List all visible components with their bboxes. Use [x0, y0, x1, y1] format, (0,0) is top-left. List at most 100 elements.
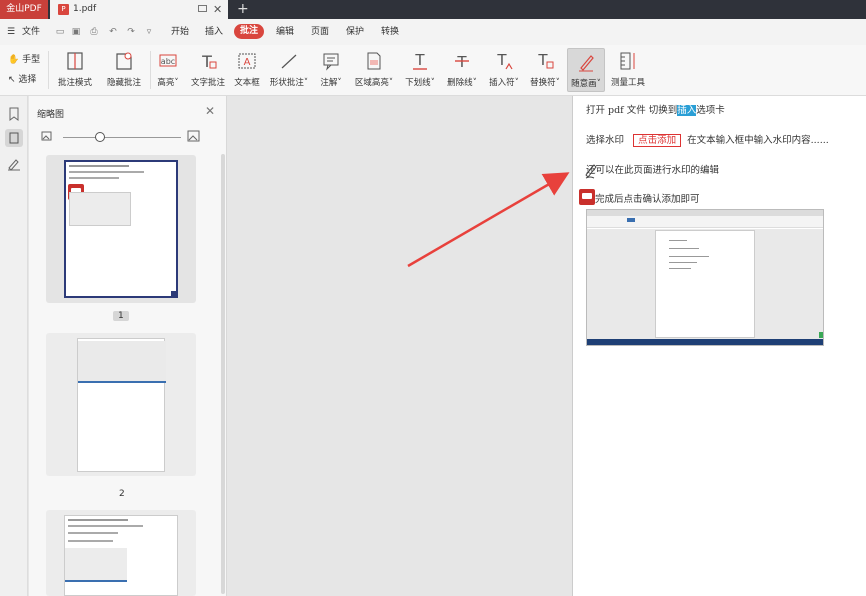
highlight-label: 高亮˅ — [157, 78, 179, 88]
zoom-slider-track[interactable] — [63, 137, 181, 138]
highlighted-text: 插入 — [677, 105, 697, 116]
underline-label: 下划线˅ — [405, 78, 435, 88]
note-button[interactable]: 注解˅ — [318, 48, 344, 92]
note-icon — [323, 53, 339, 71]
document-line-3: 还可以在此页面进行水印的编辑 — [586, 165, 720, 176]
text-box-button[interactable]: A 文本框 — [233, 48, 261, 92]
freehand-draw-button[interactable]: 随意画˅ — [567, 48, 605, 92]
comment-icon[interactable] — [579, 189, 595, 205]
restore-window-icon[interactable] — [198, 5, 207, 12]
highlight-icon: abc — [159, 54, 177, 67]
strikethrough-button[interactable]: T 删除线˅ — [445, 48, 479, 92]
text-box-icon: A — [238, 53, 256, 69]
shape-annotation-label: 形状批注˅ — [269, 78, 309, 88]
redo-icon[interactable]: ↷ — [126, 27, 136, 37]
document-canvas[interactable]: 打开 pdf 文件 切换到插入选项卡 选择水印 点击添加 在文本输入框中输入水印… — [228, 96, 866, 596]
insert-mark-button[interactable]: T 插入符˅ — [487, 48, 521, 92]
close-panel-icon[interactable]: ✕ — [205, 104, 215, 118]
tab-annotate[interactable]: 批注 — [234, 24, 265, 39]
freehand-pen-cursor-icon — [585, 164, 597, 179]
page-thumbnail-2[interactable] — [46, 333, 196, 476]
highlight-button[interactable]: abc 高亮˅ — [154, 48, 182, 92]
quick-access-dropdown-icon[interactable]: ▿ — [144, 27, 154, 37]
tab-insert[interactable]: 插入 — [205, 19, 223, 45]
tab-convert[interactable]: 转换 — [381, 19, 399, 45]
tab-start[interactable]: 开始 — [171, 19, 189, 45]
title-bar: 金山PDF P 1.pdf ✕ + — [0, 0, 866, 19]
page-number-1: 1 — [113, 311, 129, 321]
text-box-label: 文本框 — [234, 78, 260, 88]
hand-tool[interactable]: ✋ 手型 — [8, 52, 40, 65]
area-highlight-button[interactable]: 区域高亮˅ — [352, 48, 396, 92]
document-line-1: 打开 pdf 文件 切换到插入选项卡 — [586, 105, 725, 116]
thumbnail-zoom-control — [41, 130, 211, 144]
open-folder-icon[interactable]: ▭ — [55, 27, 65, 37]
tab-page[interactable]: 页面 — [311, 19, 329, 45]
save-icon[interactable]: ▣ — [71, 27, 81, 37]
svg-text:abc: abc — [161, 57, 175, 66]
document-line-2: 选择水印 点击添加 在文本输入框中输入水印内容...... — [586, 134, 829, 147]
thumbnail-page — [64, 515, 178, 596]
file-menu[interactable]: 文件 — [22, 19, 40, 45]
annotation-mode-icon — [67, 52, 83, 70]
cursor-icon: ↖ — [8, 75, 16, 85]
document-tab-title: 1.pdf — [73, 4, 97, 14]
panel-title: 缩略图 — [37, 110, 65, 120]
select-tool[interactable]: ↖ 选择 — [8, 72, 36, 85]
document-tab[interactable]: P 1.pdf ✕ — [50, 0, 228, 19]
text-annotation-button[interactable]: T 文字批注 — [189, 48, 227, 92]
page-thumbnail-1[interactable] — [46, 155, 196, 303]
thumbnail-page — [64, 160, 178, 298]
thumbnail-panel-icon[interactable] — [5, 129, 23, 147]
annotation-mode-button[interactable]: 批注模式 — [55, 48, 95, 92]
insert-mark-label: 插入符˅ — [489, 78, 519, 88]
hamburger-menu-icon[interactable]: ☰ — [7, 19, 15, 45]
svg-text:T: T — [414, 51, 425, 69]
replace-icon: T — [537, 51, 554, 69]
app-tab[interactable]: 金山PDF — [0, 0, 48, 19]
thumbnail-panel: 缩略图 ✕ 1 2 — [29, 96, 227, 596]
text-annotation-icon: T — [201, 52, 217, 71]
bookmark-icon[interactable] — [5, 105, 23, 123]
shape-annotation-button[interactable]: 形状批注˅ — [268, 48, 310, 92]
select-tool-label: 选择 — [18, 75, 37, 85]
pdf-page[interactable]: 打开 pdf 文件 切换到插入选项卡 选择水印 点击添加 在文本输入框中输入水印… — [572, 96, 866, 596]
zoom-out-image-icon[interactable] — [41, 131, 53, 142]
measure-tool-button[interactable]: 测量工具 — [610, 48, 646, 92]
underline-button[interactable]: T 下划线˅ — [403, 48, 437, 92]
area-highlight-label: 区域高亮˅ — [354, 78, 394, 88]
pencil-icon — [579, 55, 594, 72]
panel-scrollbar[interactable] — [221, 154, 225, 594]
annotation-toolbar: ✋ 手型 ↖ 选择 批注模式 隐藏批注 abc 高亮˅ T 文字批注 A 文本框… — [0, 45, 866, 96]
embedded-screenshot — [586, 209, 824, 346]
new-tab-button[interactable]: + — [237, 0, 249, 19]
document-line-4: 完成后点击确认添加即可 — [595, 194, 700, 205]
tab-protect[interactable]: 保护 — [346, 19, 364, 45]
boxed-text-annotation: 点击添加 — [633, 134, 682, 147]
note-label: 注解˅ — [320, 78, 342, 88]
page-thumbnail-3[interactable] — [46, 510, 196, 596]
print-icon[interactable]: ⎙ — [89, 27, 99, 37]
undo-icon[interactable]: ↶ — [108, 27, 118, 37]
line-shape-icon — [281, 54, 297, 69]
close-tab-icon[interactable]: ✕ — [213, 0, 222, 19]
tab-edit[interactable]: 编辑 — [276, 19, 294, 45]
page-number-2: 2 — [119, 489, 125, 499]
replace-mark-label: 替换符˅ — [530, 78, 560, 88]
hide-annotations-label: 隐藏批注 — [106, 78, 141, 88]
toolbar-divider — [150, 51, 151, 89]
signature-icon[interactable] — [5, 155, 23, 173]
hide-annotations-button[interactable]: 隐藏批注 — [104, 48, 144, 92]
zoom-in-image-icon[interactable] — [187, 130, 201, 143]
underline-icon: T — [413, 51, 427, 70]
hand-icon: ✋ — [8, 55, 20, 65]
side-rail — [0, 96, 28, 596]
svg-text:A: A — [244, 57, 251, 68]
zoom-slider-handle[interactable] — [95, 132, 105, 142]
hand-tool-label: 手型 — [22, 55, 41, 65]
replace-mark-button[interactable]: T 替换符˅ — [528, 48, 562, 92]
area-highlight-icon — [367, 52, 381, 70]
svg-text:T: T — [496, 51, 507, 69]
toolbar-divider — [48, 51, 49, 89]
text-annotation-label: 文字批注 — [190, 78, 225, 88]
